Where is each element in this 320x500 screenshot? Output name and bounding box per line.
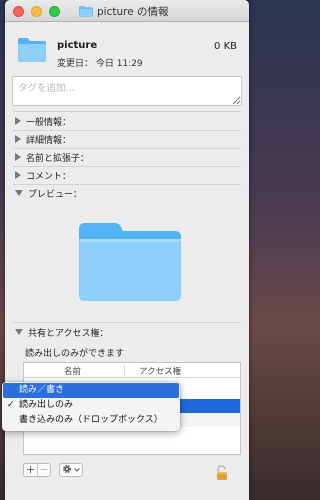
add-user-button[interactable]: + (24, 464, 37, 476)
folder-icon (75, 221, 185, 303)
lock-icon[interactable] (215, 465, 229, 481)
file-size: 0 KB (214, 41, 237, 52)
divider (13, 111, 241, 112)
title-bar[interactable]: picture の情報 (5, 0, 249, 22)
section-preview[interactable]: プレビュー： (5, 185, 249, 201)
chevron-down-icon (74, 465, 80, 475)
modified-date: 変更日： 今日 11:29 (57, 59, 143, 69)
column-header-name[interactable]: 名前 (64, 365, 81, 377)
menu-item-read-write[interactable]: 読み／書き (3, 383, 179, 398)
tags-input[interactable] (12, 76, 242, 106)
file-name: picture (57, 40, 98, 51)
close-button[interactable] (13, 6, 24, 17)
disclosure-triangle-icon[interactable] (15, 153, 21, 161)
window-title: picture の情報 (79, 4, 169, 19)
section-sharing[interactable]: 共有とアクセス権： (5, 324, 249, 340)
column-header-access[interactable]: アクセス権 (139, 365, 181, 377)
section-label: 一般情報： (26, 117, 72, 128)
remove-user-button[interactable]: − (37, 464, 50, 476)
access-popup-menu[interactable]: 読み／書き ✓ 読み出しのみ 書き込みのみ（ドロップボックス） (2, 382, 180, 431)
section-label: 詳細情報： (26, 135, 72, 146)
disclosure-triangle-icon[interactable] (15, 117, 21, 125)
section-label: プレビュー： (28, 189, 83, 200)
sharing-toolbar: + − (23, 463, 83, 477)
section-general[interactable]: 一般情報： (5, 113, 249, 129)
file-header: picture 0 KB 変更日： 今日 11:29 (5, 22, 249, 70)
sharing-description: 読み出しのみができます (25, 349, 125, 359)
gear-icon (62, 464, 72, 477)
add-remove-control: + − (23, 463, 51, 477)
section-label: 名前と拡張子： (26, 153, 90, 164)
section-more-info[interactable]: 詳細情報： (5, 131, 249, 147)
section-label: コメント： (26, 171, 72, 182)
checkmark-icon: ✓ (7, 400, 15, 410)
folder-icon (79, 6, 93, 17)
section-comments[interactable]: コメント： (5, 167, 249, 183)
menu-item-label: 読み／書き (19, 385, 65, 395)
disclosure-triangle-icon[interactable] (15, 329, 23, 335)
disclosure-triangle-icon[interactable] (15, 190, 23, 196)
column-divider (124, 365, 125, 376)
menu-item-write-only[interactable]: 書き込みのみ（ドロップボックス） (2, 413, 180, 428)
menu-item-read-only[interactable]: ✓ 読み出しのみ (2, 398, 180, 413)
zoom-button[interactable] (49, 6, 60, 17)
table-header: 名前 アクセス権 (24, 363, 240, 378)
menu-item-label: 書き込みのみ（ドロップボックス） (19, 415, 163, 425)
section-name-extension[interactable]: 名前と拡張子： (5, 149, 249, 165)
minimize-button[interactable] (31, 6, 42, 17)
disclosure-triangle-icon[interactable] (15, 135, 21, 143)
divider (13, 322, 241, 323)
menu-item-label: 読み出しのみ (19, 400, 74, 410)
action-menu-button[interactable] (59, 463, 83, 477)
section-label: 共有とアクセス権： (28, 328, 109, 339)
disclosure-triangle-icon[interactable] (15, 171, 21, 179)
folder-icon (17, 37, 47, 63)
window-title-text: picture の情報 (97, 6, 169, 18)
